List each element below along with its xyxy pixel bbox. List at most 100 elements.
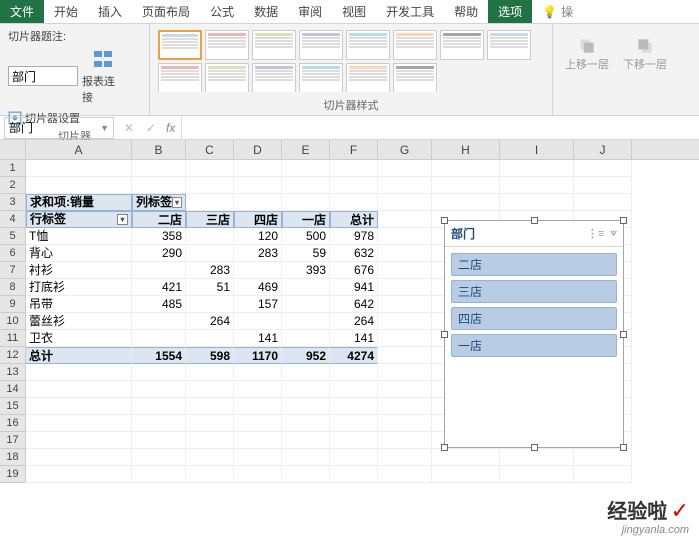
cell[interactable]: [282, 466, 330, 483]
cell[interactable]: [132, 177, 186, 194]
tab-file[interactable]: 文件: [0, 0, 44, 23]
row-header[interactable]: 13: [0, 364, 26, 381]
style-thumb[interactable]: [158, 63, 202, 92]
cell[interactable]: [234, 432, 282, 449]
col-header-h[interactable]: H: [432, 140, 500, 159]
row-header[interactable]: 18: [0, 449, 26, 466]
cell[interactable]: [282, 279, 330, 296]
tab-data[interactable]: 数据: [244, 0, 288, 23]
row-header[interactable]: 19: [0, 466, 26, 483]
cell[interactable]: 157: [234, 296, 282, 313]
style-thumb[interactable]: [346, 30, 390, 60]
cell[interactable]: [132, 449, 186, 466]
slicer-item[interactable]: 二店: [451, 253, 617, 276]
cell[interactable]: [378, 330, 432, 347]
cell[interactable]: [500, 194, 574, 211]
cell[interactable]: [574, 194, 632, 211]
pivot-row-label-cell[interactable]: T恤: [26, 228, 132, 245]
col-header-i[interactable]: I: [500, 140, 574, 159]
cell[interactable]: 283: [186, 262, 234, 279]
slicer-item[interactable]: 一店: [451, 334, 617, 357]
cell[interactable]: 421: [132, 279, 186, 296]
col-header-a[interactable]: A: [26, 140, 132, 159]
pivot-total-cell[interactable]: 4274: [330, 347, 378, 364]
cell[interactable]: [234, 194, 282, 211]
formula-input[interactable]: [181, 116, 699, 139]
cell[interactable]: [500, 449, 574, 466]
cell[interactable]: [432, 194, 500, 211]
cell[interactable]: [26, 160, 132, 177]
pivot-row-label-cell[interactable]: 打底衫: [26, 279, 132, 296]
style-thumb[interactable]: [346, 63, 390, 92]
cell[interactable]: [282, 415, 330, 432]
cell[interactable]: 264: [186, 313, 234, 330]
col-header-b[interactable]: B: [132, 140, 186, 159]
cell[interactable]: [378, 466, 432, 483]
cell[interactable]: [282, 364, 330, 381]
cell[interactable]: [282, 449, 330, 466]
style-thumb[interactable]: [158, 30, 202, 60]
cell[interactable]: [186, 415, 234, 432]
cell[interactable]: [186, 432, 234, 449]
cell[interactable]: [330, 415, 378, 432]
cell[interactable]: [186, 160, 234, 177]
cell[interactable]: [282, 381, 330, 398]
cell[interactable]: [132, 466, 186, 483]
col-header-j[interactable]: J: [574, 140, 632, 159]
cell[interactable]: [574, 160, 632, 177]
send-backward-button[interactable]: 下移一层: [619, 36, 671, 72]
cell[interactable]: [186, 245, 234, 262]
style-thumb[interactable]: [252, 30, 296, 60]
tab-insert[interactable]: 插入: [88, 0, 132, 23]
cell[interactable]: [234, 177, 282, 194]
row-header[interactable]: 17: [0, 432, 26, 449]
cell[interactable]: [186, 449, 234, 466]
cell[interactable]: [26, 432, 132, 449]
cell[interactable]: [378, 245, 432, 262]
pivot-col-header[interactable]: 四店: [234, 211, 282, 228]
cell[interactable]: [234, 160, 282, 177]
cell[interactable]: [234, 415, 282, 432]
cell[interactable]: [282, 177, 330, 194]
select-all-corner[interactable]: [0, 140, 26, 159]
cell[interactable]: [500, 466, 574, 483]
pivot-row-label-cell[interactable]: 吊带: [26, 296, 132, 313]
cell[interactable]: [330, 160, 378, 177]
tab-home[interactable]: 开始: [44, 0, 88, 23]
cell[interactable]: 485: [132, 296, 186, 313]
cell[interactable]: [378, 296, 432, 313]
cell[interactable]: 632: [330, 245, 378, 262]
pivot-row-label-cell[interactable]: 背心: [26, 245, 132, 262]
slicer-item[interactable]: 三店: [451, 280, 617, 303]
cell[interactable]: [378, 364, 432, 381]
row-header[interactable]: 14: [0, 381, 26, 398]
cell[interactable]: [378, 279, 432, 296]
pivot-total-cell[interactable]: 1170: [234, 347, 282, 364]
cell[interactable]: [378, 415, 432, 432]
pivot-row-label-cell[interactable]: 卫衣: [26, 330, 132, 347]
cell[interactable]: [132, 364, 186, 381]
cell[interactable]: [330, 398, 378, 415]
report-connections-button[interactable]: 报表连接: [82, 46, 124, 106]
cell[interactable]: 393: [282, 262, 330, 279]
cell[interactable]: [234, 364, 282, 381]
filter-dropdown-icon[interactable]: ▾: [172, 197, 182, 208]
cell[interactable]: [574, 449, 632, 466]
col-header-f[interactable]: F: [330, 140, 378, 159]
pivot-total-cell[interactable]: 1554: [132, 347, 186, 364]
cell[interactable]: [132, 262, 186, 279]
col-header-e[interactable]: E: [282, 140, 330, 159]
cell[interactable]: [330, 381, 378, 398]
row-header[interactable]: 3: [0, 194, 26, 211]
cell[interactable]: [432, 160, 500, 177]
cell[interactable]: 264: [330, 313, 378, 330]
pivot-col-header[interactable]: 二店: [132, 211, 186, 228]
cell[interactable]: 676: [330, 262, 378, 279]
row-header[interactable]: 12: [0, 347, 26, 364]
row-header[interactable]: 6: [0, 245, 26, 262]
tab-options[interactable]: 选项: [488, 0, 532, 23]
cell[interactable]: [186, 381, 234, 398]
cell[interactable]: [132, 432, 186, 449]
style-thumb[interactable]: [205, 63, 249, 92]
cell[interactable]: 120: [234, 228, 282, 245]
